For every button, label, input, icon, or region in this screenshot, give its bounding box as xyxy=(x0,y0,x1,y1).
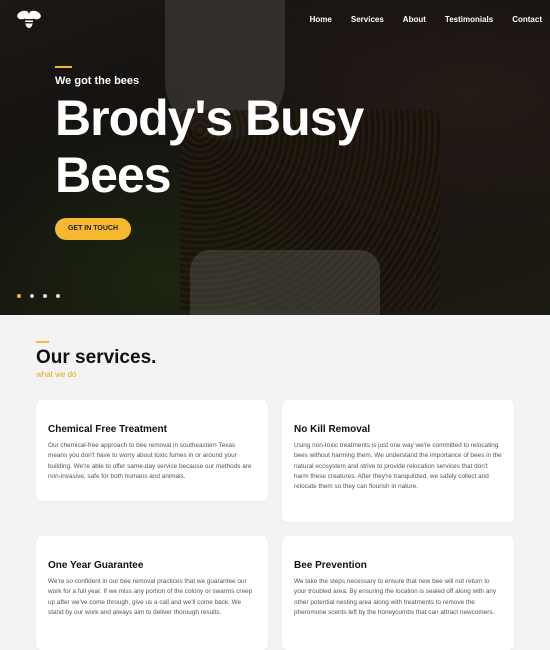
services-accent-line xyxy=(36,341,49,343)
service-card-text: Our chemical-free approach to bee remova… xyxy=(48,442,252,480)
service-card-prevention: Bee Prevention We take the steps necessa… xyxy=(282,536,514,650)
slider-dot-1[interactable] xyxy=(17,294,21,298)
service-card-no-kill: No Kill Removal Using non-toxic treatmen… xyxy=(282,400,514,522)
nav-home[interactable]: Home xyxy=(310,15,332,24)
hero-eyebrow: We got the bees xyxy=(55,75,140,87)
services-title: Our services. xyxy=(36,347,157,368)
service-card-title: Chemical Free Treatment xyxy=(48,424,167,435)
service-card-text: Using non-toxic treatments is just one w… xyxy=(294,442,502,491)
service-card-chemical-free: Chemical Free Treatment Our chemical-fre… xyxy=(36,400,268,501)
nav-testimonials[interactable]: Testimonials xyxy=(445,15,493,24)
service-card-title: Bee Prevention xyxy=(294,560,367,571)
service-card-text: We're so confident in our bee removal pr… xyxy=(48,578,253,616)
service-card-title: No Kill Removal xyxy=(294,424,371,435)
main-nav: Home Services About Testimonials Contact xyxy=(291,15,542,24)
service-card-title: One Year Guarantee xyxy=(48,560,144,571)
slider-dots xyxy=(17,294,60,298)
slider-dot-2[interactable] xyxy=(30,294,34,298)
bee-logo-icon[interactable] xyxy=(16,9,42,29)
hero-banner: Home Services About Testimonials Contact… xyxy=(0,0,550,315)
hero-accent-line xyxy=(55,66,72,68)
hero-title: Brody's Busy Bees xyxy=(55,90,364,203)
service-card-text: We take the steps necessary to ensure th… xyxy=(294,578,497,616)
slider-dot-4[interactable] xyxy=(56,294,60,298)
nav-contact[interactable]: Contact xyxy=(512,15,542,24)
nav-services[interactable]: Services xyxy=(351,15,384,24)
services-subtitle: what we do xyxy=(36,370,77,379)
slider-dot-3[interactable] xyxy=(43,294,47,298)
service-card-guarantee: One Year Guarantee We're so confident in… xyxy=(36,536,268,650)
nav-about[interactable]: About xyxy=(403,15,426,24)
get-in-touch-button[interactable]: GET IN TOUCH xyxy=(55,218,131,240)
